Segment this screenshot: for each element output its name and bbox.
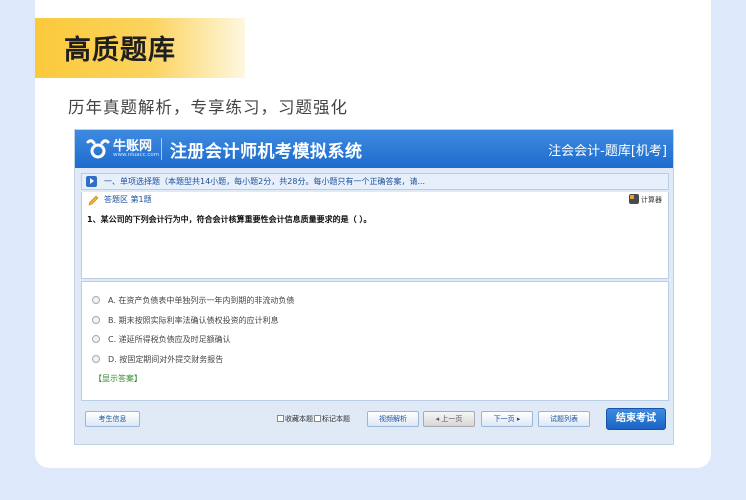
mark-checkbox[interactable]: 标记本题 [314, 414, 350, 424]
calculator-icon [629, 194, 639, 204]
answer-area-bar: 答题区 第1题 计算器 [81, 192, 669, 208]
answer-area-label: 答题区 第1题 [104, 195, 152, 204]
option-text: A. 在资产负债表中单独列示一年内到期的非流动负债 [108, 296, 295, 305]
next-page-button[interactable]: 下一页 ▸ [481, 411, 533, 427]
bookmark-label: 收藏本题 [285, 415, 313, 423]
feature-title: 高质题库 [64, 35, 176, 66]
radio-button[interactable] [92, 355, 100, 363]
bottom-toolbar: 考生信息 收藏本题 标记本题 视频解析 ◂ 上一页 下一页 ▸ 试题列表 结束考… [81, 404, 669, 434]
show-answer-link[interactable]: 【显示答案】 [94, 373, 142, 384]
system-title: 注册会计师机考模拟系统 [170, 142, 363, 162]
exam-system-screenshot: 牛账网 www.niuacc.com 注册会计师机考模拟系统 注会会计-题库[机… [74, 129, 674, 445]
feature-subtitle: 历年真题解析，专享练习，习题强化 [68, 98, 348, 117]
bookmark-checkbox[interactable]: 收藏本题 [277, 414, 313, 424]
play-icon [86, 176, 97, 187]
question-text: 1、某公司的下列会计行为中，符合会计核算重要性会计信息质量要求的是（ ）。 [87, 215, 372, 224]
section-header[interactable]: 一、单项选择题（本题型共14小题，每小题2分，共28分。每小题只有一个正确答案，… [81, 173, 669, 190]
option-c[interactable]: C. 递延所得税负债应及时足额确认 [92, 334, 231, 346]
section-header-text: 一、单项选择题（本题型共14小题，每小题2分，共28分。每小题只有一个正确答案，… [104, 177, 426, 186]
options-box: A. 在资产负债表中单独列示一年内到期的非流动负债 B. 期末按照实际利率法确认… [81, 281, 669, 401]
question-box: 1、某公司的下列会计行为中，符合会计核算重要性会计信息质量要求的是（ ）。 [81, 208, 669, 279]
subject-title: 注会会计-题库[机考] [548, 144, 667, 159]
pencil-icon [88, 195, 99, 206]
end-exam-button[interactable]: 结束考试 [606, 408, 666, 430]
calculator-label: 计算器 [641, 196, 662, 204]
option-d[interactable]: D. 按固定期间对外提交财务报告 [92, 354, 223, 366]
calculator-button[interactable]: 计算器 [629, 194, 662, 205]
logo-url: www.niuacc.com [113, 152, 160, 158]
option-text: C. 递延所得税负债应及时足额确认 [108, 335, 231, 344]
radio-button[interactable] [92, 335, 100, 343]
option-a[interactable]: A. 在资产负债表中单独列示一年内到期的非流动负债 [92, 295, 294, 307]
radio-button[interactable] [92, 296, 100, 304]
prev-page-button[interactable]: ◂ 上一页 [423, 411, 475, 427]
checkbox-icon[interactable] [314, 415, 321, 422]
checkbox-icon[interactable] [277, 415, 284, 422]
option-text: D. 按固定期间对外提交财务报告 [108, 355, 224, 364]
candidate-info-button[interactable]: 考生信息 [85, 411, 140, 427]
mark-label: 标记本题 [322, 415, 350, 423]
radio-button[interactable] [92, 316, 100, 324]
option-text: B. 期末按照实际利率法确认债权投资的应计利息 [108, 316, 279, 325]
app-header: 牛账网 www.niuacc.com 注册会计师机考模拟系统 注会会计-题库[机… [75, 130, 673, 168]
header-divider [161, 138, 162, 160]
question-list-button[interactable]: 试题列表 [538, 411, 590, 427]
cow-logo-icon [86, 139, 110, 159]
option-b[interactable]: B. 期末按照实际利率法确认债权投资的应计利息 [92, 315, 279, 327]
video-analysis-button[interactable]: 视频解析 [367, 411, 419, 427]
